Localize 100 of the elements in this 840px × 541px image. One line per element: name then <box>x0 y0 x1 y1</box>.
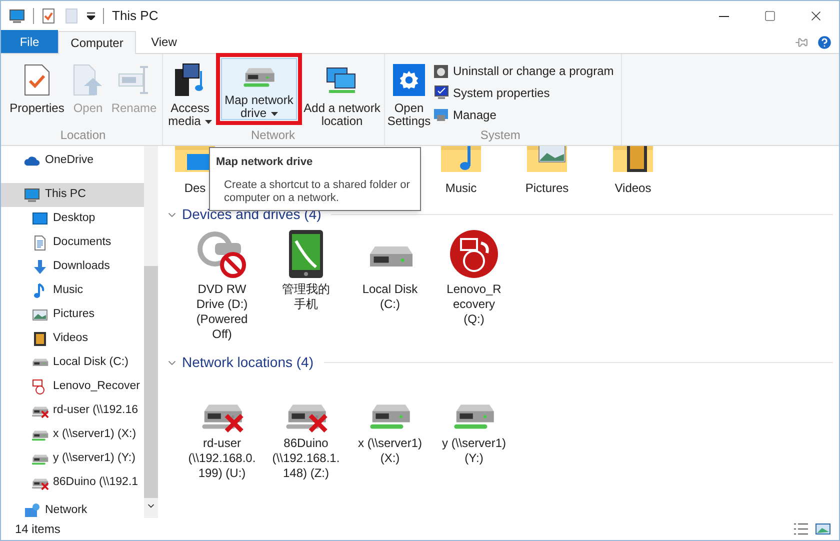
details-view-icon[interactable] <box>793 522 809 536</box>
music-folder-icon <box>439 146 483 174</box>
nav-item[interactable]: Videos <box>1 327 144 351</box>
document-icon <box>32 235 48 251</box>
item-label: 86Duino (\\192.168.1.148) (Z:) <box>272 436 340 481</box>
item-label: Local Disk (C:) <box>361 282 419 312</box>
item-label: DVD RW Drive (D:)(Powered Off) <box>195 282 249 342</box>
nav-label: Desktop <box>53 211 96 226</box>
film-icon <box>32 331 48 347</box>
item-label: Videos <box>614 181 652 196</box>
nav-item[interactable]: x (\\server1) (X:) <box>1 423 144 447</box>
nav-label: y (\\server1) (Y:) <box>53 451 136 466</box>
ribbon-tab[interactable]: Computer <box>58 31 136 54</box>
nav-label: Local Disk (C:) <box>53 355 128 370</box>
nav-label: rd-user (\\192.16 <box>53 403 138 418</box>
ribbon-button[interactable]: Map network drive <box>221 58 297 120</box>
item-count: 14 items <box>15 521 60 538</box>
download-arrow-icon <box>32 259 48 275</box>
nav-item[interactable]: Desktop <box>1 207 144 231</box>
recovery-disc-icon <box>449 229 499 279</box>
drive-item[interactable]: DVD RW Drive (D:)(Powered Off) <box>180 227 264 342</box>
ribbon-tab[interactable]: File <box>1 30 58 53</box>
nav-item[interactable]: Local Disk (C:) <box>1 351 144 375</box>
drive-item[interactable]: 86Duino (\\192.168.1.148) (Z:) <box>264 381 348 481</box>
scrollbar-thumb[interactable] <box>144 266 158 498</box>
item-label: 管理我的手机 <box>281 282 331 312</box>
nav-item[interactable]: 86Duino (\\192.1 <box>1 471 144 495</box>
checked-page-icon <box>24 64 50 96</box>
item-label: Music <box>445 181 477 196</box>
nav-label: Lenovo_Recover <box>53 379 140 394</box>
nav-item[interactable]: y (\\server1) (Y:) <box>1 447 144 471</box>
drive-item[interactable]: y (\\server1) (Y:) <box>432 381 516 481</box>
nav-item[interactable]: Downloads <box>1 255 144 279</box>
folder-item[interactable]: Music <box>420 146 502 196</box>
item-label: rd-user (\\192.168.0.199) (U:) <box>188 436 256 481</box>
nav-item[interactable]: Pictures <box>1 303 144 327</box>
ribbon-button[interactable]: Add a network location <box>302 57 382 129</box>
dropdown-icon[interactable] <box>87 12 95 20</box>
group-label: System <box>479 128 522 142</box>
network-icon <box>24 503 40 518</box>
scrollbar[interactable] <box>144 146 158 518</box>
group-label: Location <box>59 128 107 142</box>
item-label: Lenovo_Recovery (Q:) <box>446 282 502 327</box>
cloud-icon <box>24 156 40 166</box>
nav-label: Documents <box>53 235 112 250</box>
settings-icon <box>393 64 425 96</box>
desktop-icon <box>32 211 48 227</box>
group-label: Network <box>250 128 296 142</box>
tooltip-title: Map network drive <box>216 155 314 170</box>
ribbon-tab[interactable]: View <box>136 30 192 53</box>
videos-folder-icon <box>611 146 655 174</box>
drive-item[interactable]: x (\\server1) (X:) <box>348 381 432 481</box>
page-arrow-icon <box>73 64 103 96</box>
nav-label: Downloads <box>53 259 110 274</box>
nav-item[interactable]: Documents <box>1 231 144 255</box>
section-heading: Network locations (4) <box>182 353 314 372</box>
nav-item[interactable]: Lenovo_Recover <box>1 375 144 399</box>
help-icon[interactable] <box>816 34 833 50</box>
item-label: Des <box>184 181 206 196</box>
nav-label: Videos <box>53 331 88 346</box>
monitor-icon <box>9 8 25 24</box>
pin-icon[interactable] <box>795 36 808 48</box>
window-title: This PC <box>112 7 158 26</box>
nav-label: Pictures <box>53 307 95 322</box>
drive-item[interactable]: 管理我的手机 <box>264 227 348 342</box>
tooltip-text: Create a shortcut to a shared folder or computer on a network. <box>223 178 411 204</box>
nav-item[interactable]: Network <box>1 499 144 518</box>
nav-item[interactable]: Music <box>1 279 144 303</box>
nav-label: This PC <box>45 187 86 202</box>
ribbon-button[interactable]: Properties <box>6 57 68 129</box>
picture-icon <box>32 307 48 323</box>
monitor-icon <box>24 187 40 203</box>
drive-item[interactable]: rd-user (\\192.168.0.199) (U:) <box>180 381 264 481</box>
ribbon-small-button[interactable]: Manage <box>432 105 615 125</box>
phone-icon <box>288 229 324 279</box>
large-icons-view-icon[interactable] <box>815 522 831 536</box>
ribbon-small-button[interactable]: System properties <box>432 83 615 103</box>
computer-management-icon <box>433 107 449 123</box>
nav-label: Music <box>53 283 84 298</box>
ribbon-button[interactable]: Access media <box>164 57 216 129</box>
drive-item[interactable]: Local Disk (C:) <box>348 227 432 342</box>
nav-label: Network <box>45 503 88 518</box>
nav-label: OneDrive <box>45 153 94 168</box>
checked-page-icon[interactable] <box>42 8 55 24</box>
drive-item[interactable]: Lenovo_Recovery (Q:) <box>432 227 516 342</box>
nav-label: 86Duino (\\192.1 <box>53 475 138 490</box>
folder-item[interactable]: Videos <box>592 146 674 196</box>
monitor-check-icon <box>433 85 449 101</box>
item-label: y (\\server1) (Y:) <box>440 436 507 466</box>
item-label: x (\\server1) (X:) <box>356 436 423 466</box>
text-cursor-icon <box>118 64 150 96</box>
pictures-folder-icon <box>525 146 569 174</box>
nav-item[interactable]: This PC <box>1 183 144 207</box>
folder-item[interactable]: Pictures <box>506 146 588 196</box>
nav-item[interactable]: OneDrive <box>1 149 144 173</box>
disc-drive-off-icon <box>197 229 247 279</box>
nav-item[interactable]: rd-user (\\192.16 <box>1 399 144 423</box>
ribbon-small-button[interactable]: Uninstall or change a program <box>432 61 615 81</box>
nav-label: x (\\server1) (X:) <box>53 427 136 442</box>
ribbon-button[interactable]: Open Settings <box>386 57 432 129</box>
